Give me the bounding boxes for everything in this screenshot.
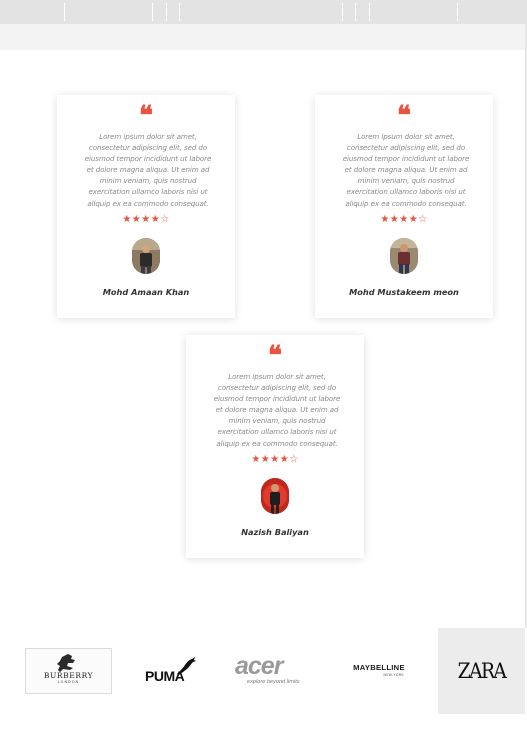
testimonial-text: Lorem ipsum dolor sit amet, consectetur …	[342, 132, 470, 208]
nav-divider	[179, 3, 180, 21]
acer-logo-text: acer	[235, 652, 283, 680]
nav-divider	[64, 3, 65, 21]
maybelline-logo-subtext: NEW YORK	[383, 673, 404, 677]
quote-icon: ❝	[397, 101, 411, 131]
brand-maybelline[interactable]: MAYBELLINE NEW YORK	[344, 628, 414, 714]
testimonial-text: Lorem ipsum dolor sit amet, consectetur …	[213, 372, 341, 448]
burberry-logo-subtext: LONDON	[57, 680, 80, 684]
quote-icon: ❝	[268, 341, 282, 371]
avatar-photo	[132, 238, 160, 274]
avatar-photo	[390, 238, 418, 274]
testimonial-card: ❝ Lorem ipsum dolor sit amet, consectetu…	[186, 335, 364, 558]
avatar-photo	[261, 478, 289, 514]
avatar	[132, 238, 160, 274]
acer-logo: acer explore beyond limits	[231, 652, 317, 688]
brand-puma[interactable]: PUMA	[138, 628, 202, 714]
testimonial-text: Lorem ipsum dolor sit amet, consectetur …	[84, 132, 212, 208]
zara-logo-text: ZARA	[457, 659, 507, 683]
rating-stars: ★★★★☆	[251, 454, 299, 465]
avatar	[261, 478, 289, 514]
reviewer-name: Mohd Amaan Khan	[102, 287, 190, 297]
brand-zara[interactable]: ZARA	[438, 628, 525, 714]
nav-divider	[457, 3, 458, 21]
brand-burberry[interactable]: BURBERRY LONDON	[25, 648, 112, 694]
puma-logo: PUMA	[143, 656, 197, 686]
reviewer-name: Nazish Baliyan	[241, 527, 309, 537]
brand-acer[interactable]: acer explore beyond limits	[228, 628, 320, 714]
maybelline-logo-text: MAYBELLINE	[353, 663, 405, 672]
nav-divider	[355, 3, 356, 21]
rating-stars: ★★★★☆	[380, 214, 428, 225]
burberry-logo-text: BURBERRY	[43, 671, 94, 680]
acer-tagline: explore beyond limits	[247, 679, 300, 685]
testimonial-card: ❝ Lorem ipsum dolor sit amet, consectetu…	[315, 95, 493, 318]
quote-icon: ❝	[139, 101, 153, 131]
nav-divider	[342, 3, 343, 21]
reviewer-name: Mohd Mustakeem meon	[349, 287, 459, 297]
testimonial-card: ❝ Lorem ipsum dolor sit amet, consectetu…	[57, 95, 235, 318]
rating-stars: ★★★★☆	[122, 214, 170, 225]
header-band	[0, 24, 527, 50]
nav-divider	[152, 3, 153, 21]
puma-cat-icon	[177, 657, 196, 675]
avatar	[390, 238, 418, 274]
nav-divider	[369, 3, 370, 21]
nav-divider	[166, 3, 167, 21]
top-nav-bar	[0, 0, 527, 24]
maybelline-logo: MAYBELLINE NEW YORK	[348, 662, 410, 680]
